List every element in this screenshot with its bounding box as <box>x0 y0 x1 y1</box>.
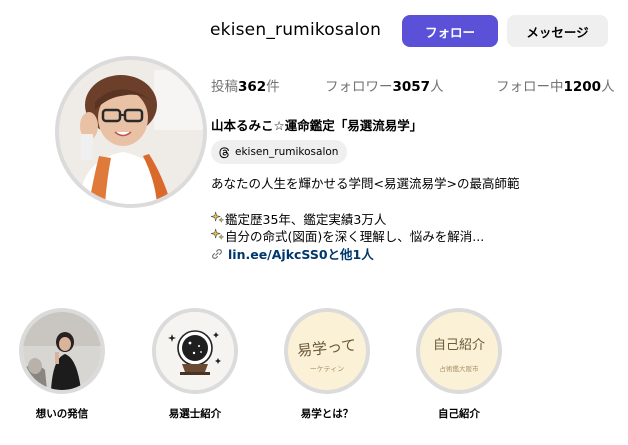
following-label: フォロー中 <box>496 79 564 95</box>
profile-avatar[interactable] <box>55 56 207 208</box>
avatar-photo <box>59 60 203 204</box>
following-unit: 人 <box>601 79 615 95</box>
highlight-item[interactable]: 想いの発信 <box>12 308 112 421</box>
sparkles-icon <box>210 228 225 244</box>
following-count: 1200 <box>563 79 602 95</box>
stat-following[interactable]: フォロー中1200人 <box>496 75 615 95</box>
highlight-label: 自己紹介 <box>438 408 480 420</box>
highlight-item[interactable]: 自己紹介 占術鑑大阪市 自己紹介 <box>409 308 509 421</box>
highlight-label: 想いの発信 <box>35 408 89 420</box>
bio-line-text: 鑑定歴35年、鑑定実績3万人 <box>225 212 387 227</box>
highlight-ring: 自己紹介 占術鑑大阪市 <box>416 308 502 394</box>
stat-followers[interactable]: フォロワー3057人 <box>325 75 444 95</box>
followers-count: 3057 <box>392 79 431 95</box>
posts-unit: 件 <box>266 79 280 95</box>
highlight-label: 易選士紹介 <box>168 408 222 420</box>
highlight-ring <box>152 308 238 394</box>
threads-badge[interactable]: ekisen_rumikosalon <box>211 140 348 164</box>
bio-line: あなたの人生を輝かせる学問<易選流易学>の最高師範 <box>211 176 520 191</box>
highlight-image-text: 易学って <box>296 335 358 360</box>
highlight-image-text: 自己紹介 <box>432 337 485 353</box>
speaker-photo-icon <box>23 312 101 390</box>
text-card-icon: 易学って ーケティン <box>288 312 366 390</box>
highlight-label: 易学とは？ <box>300 408 354 420</box>
highlight-image-subtext: ーケティン <box>309 364 345 373</box>
posts-count: 362 <box>238 79 267 95</box>
profile-full-name: 山本るみこ☆運命鑑定「易選流易学」 <box>211 118 423 133</box>
highlight-image-subtext: 占術鑑大阪市 <box>439 364 479 373</box>
stat-posts: 投稿362件 <box>211 75 280 95</box>
posts-label: 投稿 <box>211 79 238 95</box>
link-icon <box>211 248 223 260</box>
profile-stats: 投稿362件 フォロワー3057人 フォロー中1200人 <box>211 75 621 95</box>
highlight-ring <box>19 308 105 394</box>
threads-handle: ekisen_rumikosalon <box>235 146 339 158</box>
profile-username: ekisen_rumikosalon <box>210 20 382 40</box>
followers-unit: 人 <box>430 79 444 95</box>
followers-label: フォロワー <box>325 79 393 95</box>
follow-button[interactable]: フォロー <box>402 15 498 47</box>
highlight-item[interactable]: 易学って ーケティン 易学とは？ <box>277 308 377 421</box>
highlight-item[interactable]: 易選士紹介 <box>145 308 245 421</box>
text-card-icon: 自己紹介 占術鑑大阪市 <box>420 312 498 390</box>
link-text: lin.ee/AjkcSS0と他1人 <box>228 247 374 262</box>
threads-icon <box>218 146 231 159</box>
profile-page: ekisen_rumikosalon フォロー メッセージ 投稿362件 フォロ… <box>0 0 628 445</box>
bio-line-description: 自分の命式(図面)を深く理解し、悩みを解消... <box>210 226 484 245</box>
crystal-ball-icon <box>156 312 234 390</box>
highlight-ring: 易学って ーケティン <box>284 308 370 394</box>
avatar-illustration <box>59 60 203 204</box>
sparkles-icon <box>210 211 225 227</box>
profile-link[interactable]: lin.ee/AjkcSS0と他1人 <box>211 244 374 263</box>
message-button[interactable]: メッセージ <box>507 15 608 47</box>
bio-line-text[interactable]: 自分の命式(図面)を深く理解し、悩みを解消... <box>225 229 484 244</box>
